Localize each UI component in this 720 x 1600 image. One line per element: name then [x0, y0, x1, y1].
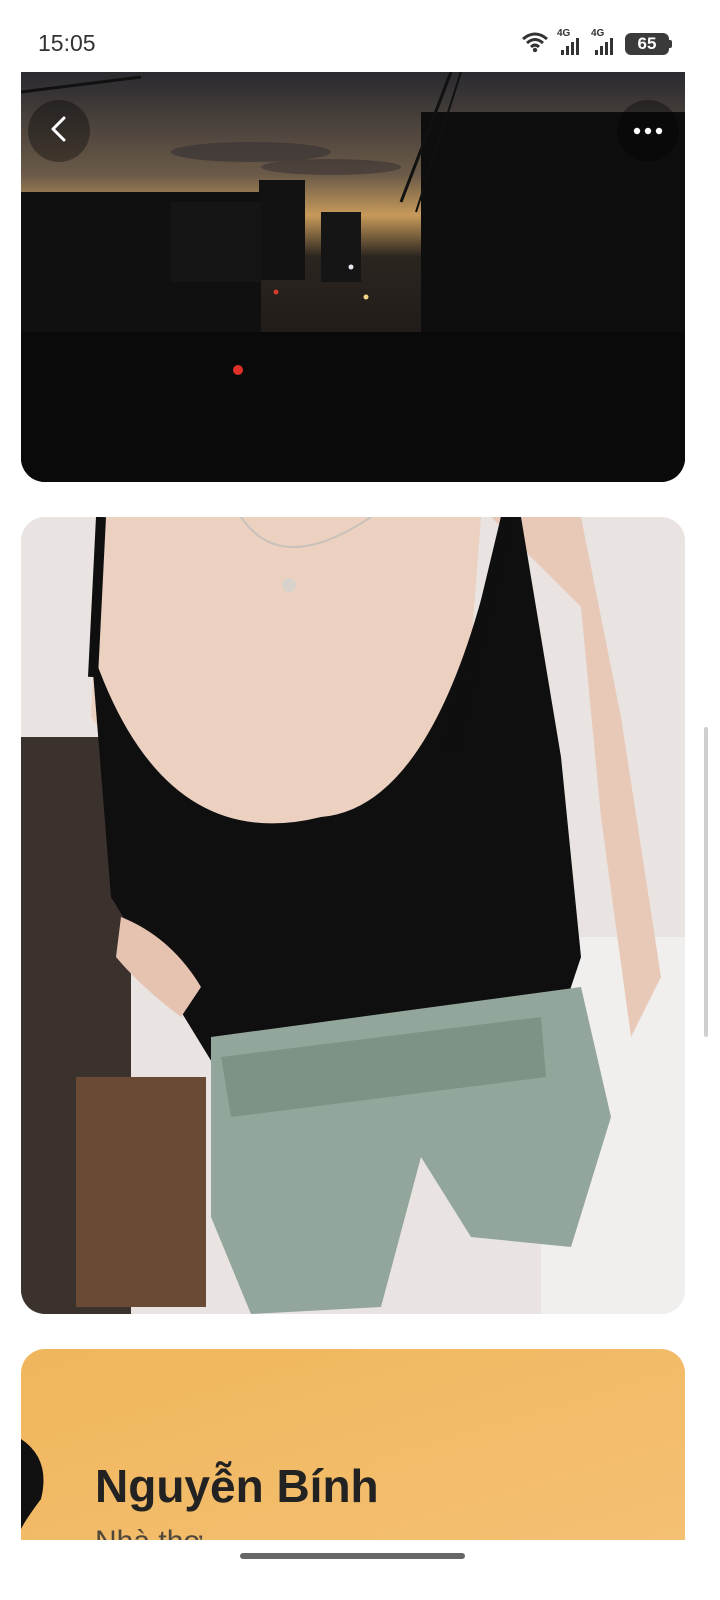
photo-dusk-street[interactable] — [21, 72, 685, 482]
wifi-icon — [521, 31, 549, 58]
text-card-image — [21, 1349, 685, 1549]
dusk-street-image — [21, 72, 685, 482]
more-horizontal-icon — [633, 122, 663, 140]
status-icons: 4G 4G 65 — [521, 28, 672, 58]
signal-4g-icon: 4G — [557, 28, 583, 56]
signal-4g-icon: 4G — [591, 28, 617, 56]
photo-selfie[interactable] — [21, 517, 685, 1314]
card-title: Nguyễn Bính — [95, 1460, 379, 1512]
bottom-bar — [0, 1540, 720, 1600]
battery-icon: 65 — [625, 33, 672, 55]
status-bar: 15:05 4G 4G 65 — [0, 0, 720, 72]
status-time: 15:05 — [38, 30, 96, 56]
more-options-button[interactable] — [617, 100, 679, 162]
battery-level: 65 — [625, 33, 669, 55]
scrollbar[interactable] — [704, 727, 708, 1037]
home-gesture-handle[interactable] — [240, 1553, 465, 1559]
battery-tip — [669, 40, 672, 48]
chevron-left-icon — [47, 115, 71, 148]
selfie-image — [21, 517, 685, 1314]
back-button[interactable] — [28, 100, 90, 162]
photo-text-card[interactable] — [21, 1349, 685, 1549]
